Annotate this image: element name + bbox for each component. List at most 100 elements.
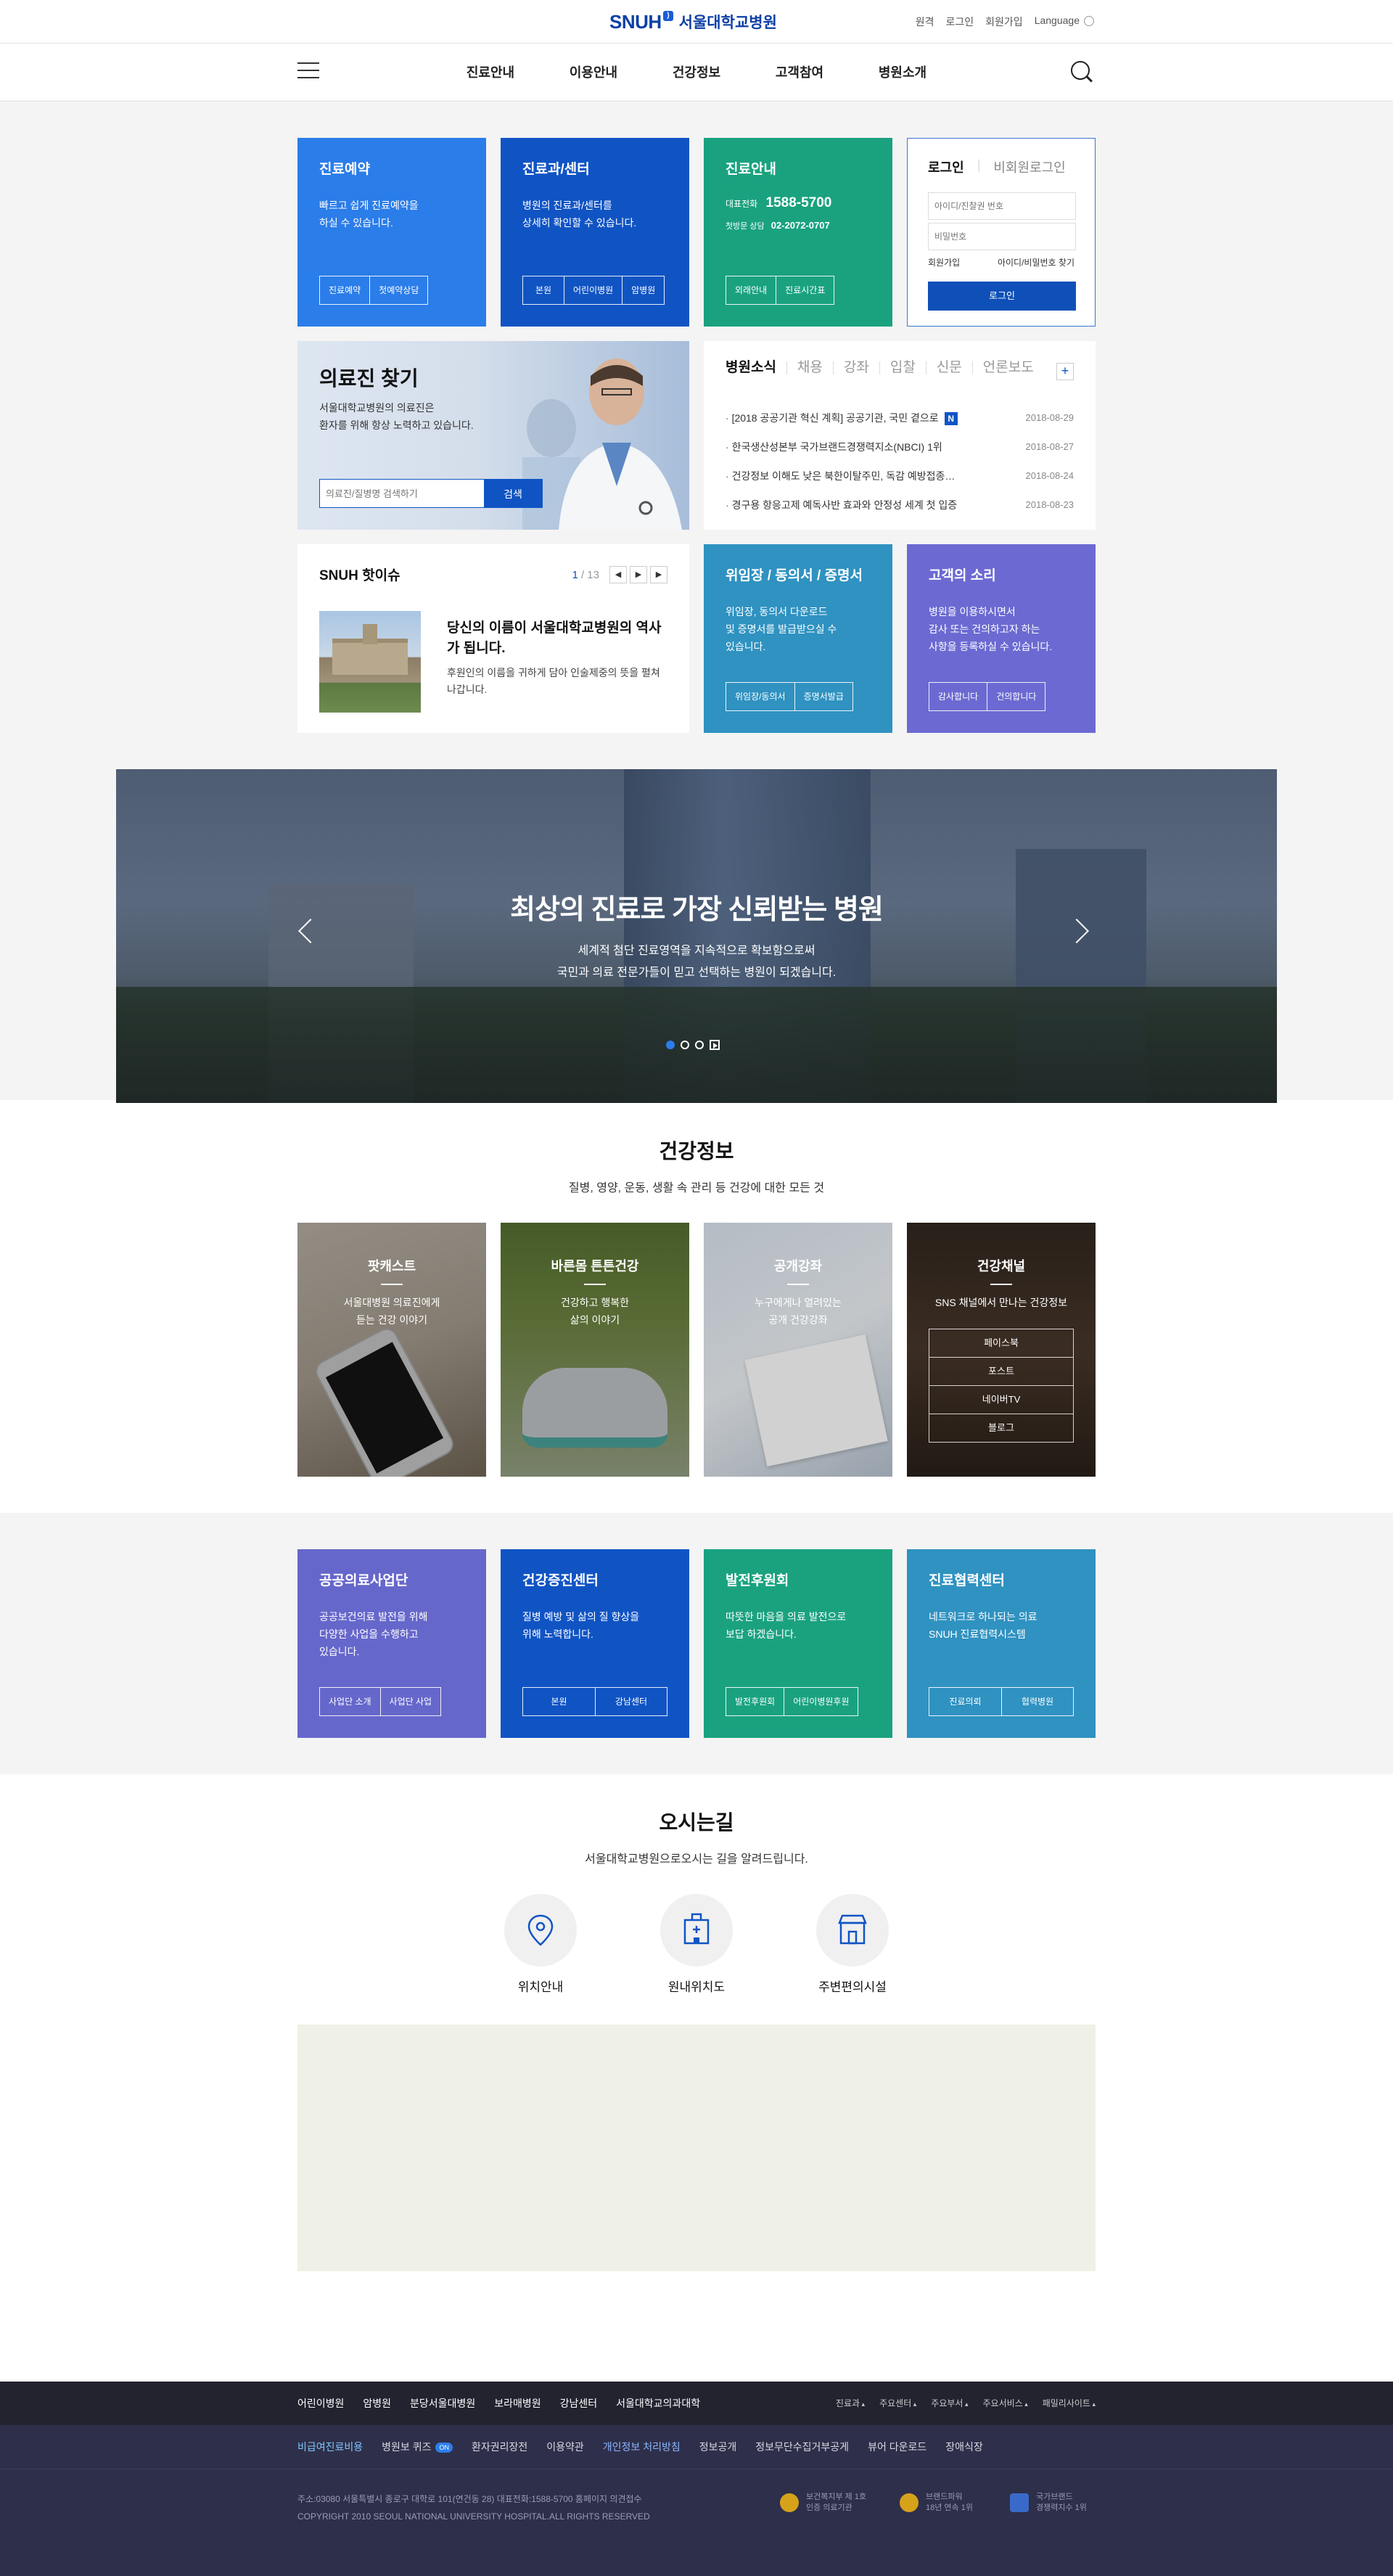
banner-dot[interactable] [681,1041,689,1049]
voice-desc: 병원을 이용하시면서 감사 또는 건의하고자 하는 사항을 등록하실 수 있습니… [929,606,1053,652]
family-link[interactable]: 암병원 [363,2382,391,2425]
location-button[interactable]: 위치안내 [504,1894,577,1995]
dept-select[interactable]: 진료과 [836,2382,865,2426]
tab-bid[interactable]: 입찰 [879,361,926,374]
hot-total-pages: / 13 [580,568,599,581]
footer-link[interactable]: 장애식장 [945,2425,983,2469]
naver-tv-link[interactable]: 네이버TV [929,1386,1074,1414]
facebook-link[interactable]: 페이스북 [929,1329,1074,1358]
donation-button[interactable]: 발전후원회 [726,1688,784,1715]
footer-link[interactable]: 개인정보 처리방침 [603,2425,681,2469]
healthy-body-card[interactable]: 바른몸 튼튼건강 건강하고 행복한 삶의 이야기 [501,1223,689,1477]
referral-button[interactable]: 진료의뢰 [929,1688,1001,1715]
banner-play-icon[interactable] [710,1040,720,1050]
children-donation-button[interactable]: 어린이병원후원 [784,1688,858,1715]
hot-headline[interactable]: 당신의 이름이 서울대학교병원의 역사가 됩니다. [447,618,667,659]
nearby-facilities-button[interactable]: 주변편의시설 [816,1894,889,1995]
nav-item-customer[interactable]: 고객참여 [748,44,851,102]
news-more-button[interactable]: + [1056,363,1074,380]
footer-link[interactable]: 정보공개 [699,2425,737,2469]
nav-item-care-guide[interactable]: 진료안내 [439,44,542,102]
prev-arrow-icon[interactable]: ◀ [609,566,627,583]
center-select[interactable]: 주요센터 [879,2382,916,2426]
children-hospital-button[interactable]: 어린이병원 [564,276,622,304]
blog-link[interactable]: 블로그 [929,1414,1074,1443]
tab-hospital-news[interactable]: 병원소식 [726,361,786,374]
doctor-search-input[interactable] [320,480,484,507]
health-promotion-card: 건강증진센터 질병 예방 및 삶의 질 향상을 위해 노력합니다. 본원 강남센… [501,1549,689,1738]
id-input[interactable] [928,192,1076,220]
partner-hospital-button[interactable]: 협력병원 [1001,1688,1073,1715]
tab-lecture[interactable]: 강좌 [832,361,879,374]
main-banner: 최상의 진료로 가장 신뢰받는 병원 세계적 첨단 진료영역을 지속적으로 확보… [116,769,1277,1103]
family-link[interactable]: 보라매병원 [494,2382,541,2425]
family-link[interactable]: 서울대학교의과대학 [616,2382,700,2425]
outpatient-button[interactable]: 외래안내 [726,276,776,304]
main-center-button[interactable]: 본원 [523,1688,595,1715]
nbci-icon [1010,2493,1029,2512]
play-icon[interactable]: ▶ [630,566,647,583]
tab-guest-login[interactable]: 비회원로그인 [993,157,1065,176]
tab-press[interactable]: 언론보도 [971,361,1044,374]
banner-prev-icon[interactable] [295,918,324,947]
next-arrow-icon[interactable]: ▶ [650,566,667,583]
family-link[interactable]: 분당서울대병원 [410,2382,475,2425]
floor-map-button[interactable]: 원내위치도 [660,1894,733,1995]
list-item[interactable]: [2018 공공기관 혁신 계획] 공공기관, 국민 곁으로N2018-08-2… [726,403,1074,432]
list-item[interactable]: 경구용 항응고제 예독사반 효과와 안정성 세계 첫 입증2018-08-23 [726,491,1074,520]
gangnam-center-button[interactable]: 강남센터 [595,1688,667,1715]
consent-form-button[interactable]: 위임장/동의서 [726,683,794,710]
thanks-button[interactable]: 감사합니다 [929,683,987,710]
family-link[interactable]: 강남센터 [560,2382,598,2425]
password-input[interactable] [928,223,1076,250]
footer-link[interactable]: 뷰어 다운로드 [868,2425,926,2469]
podcast-card[interactable]: 팟캐스트 서울대병원 의료진에게 듣는 건강 이야기 [297,1223,486,1477]
remote-link[interactable]: 원격 [916,15,934,29]
cancer-hospital-button[interactable]: 암병원 [622,276,664,304]
family-link[interactable]: 어린이병원 [297,2382,344,2425]
hospital-logo[interactable]: SNUH) 서울대학교병원 [609,10,777,33]
reserve-button[interactable]: 진료예약 [320,276,369,304]
first-consult-button[interactable]: 첫예약상담 [369,276,427,304]
banner-dot[interactable] [695,1041,704,1049]
language-select[interactable]: Language [1035,15,1094,29]
location-map[interactable] [297,2025,1096,2271]
reserve-title: 진료예약 [319,162,370,177]
nav-item-about[interactable]: 병원소개 [851,44,954,102]
nav-item-usage[interactable]: 이용안내 [542,44,645,102]
footer-link[interactable]: 환자권리장전 [472,2425,527,2469]
donation-title: 발전후원회 [726,1573,789,1588]
footer-link[interactable]: 정보무단수집거부공게 [755,2425,849,2469]
footer-link[interactable]: 비급여진료비용 [297,2425,363,2469]
join-link[interactable]: 회원가입 [985,15,1023,29]
post-link[interactable]: 포스트 [929,1358,1074,1386]
division-intro-button[interactable]: 사업단 소개 [320,1688,380,1715]
find-account-button[interactable]: 아이디/비밀번호 찾기 [998,256,1074,268]
doctor-search-button[interactable]: 검색 [484,480,542,507]
family-site-select[interactable]: 패밀리사이트 [1043,2382,1096,2426]
first-tel: 02-2072-0707 [771,220,830,231]
office-select[interactable]: 주요부서 [931,2382,968,2426]
search-icon[interactable] [1069,60,1094,84]
login-button[interactable]: 로그인 [928,282,1076,311]
nav-item-health-info[interactable]: 건강정보 [645,44,748,102]
division-project-button[interactable]: 사업단 사업 [379,1688,441,1715]
certificate-issue-button[interactable]: 증명서발급 [794,683,852,710]
join-button[interactable]: 회원가입 [928,256,960,268]
footer-link[interactable]: 병원보 퀴즈 ON [382,2425,453,2469]
schedule-button[interactable]: 진료시간표 [776,276,834,304]
main-hospital-button[interactable]: 본원 [523,276,564,304]
tab-member-login[interactable]: 로그인 [928,157,964,176]
banner-next-icon[interactable] [1068,918,1097,947]
footer-link[interactable]: 이용약관 [546,2425,584,2469]
banner-dot[interactable] [666,1041,675,1049]
list-item[interactable]: 한국생산성본부 국가브랜드경쟁력지소(NBCI) 1위2018-08-27 [726,432,1074,462]
service-select[interactable]: 주요서비스 [982,2382,1027,2426]
tab-recruit[interactable]: 채용 [786,361,833,374]
login-link[interactable]: 로그인 [946,15,974,29]
suggest-button[interactable]: 건의합니다 [987,683,1045,710]
tab-newspaper[interactable]: 신문 [925,361,972,374]
list-item[interactable]: 건강정보 이해도 낮은 북한이탈주민, 독감 예방접종…2018-08-24 [726,462,1074,491]
hot-thumbnail[interactable] [319,611,421,713]
open-lecture-card[interactable]: 공개강좌 누구에게나 열려있는 공개 건강강좌 [704,1223,892,1477]
